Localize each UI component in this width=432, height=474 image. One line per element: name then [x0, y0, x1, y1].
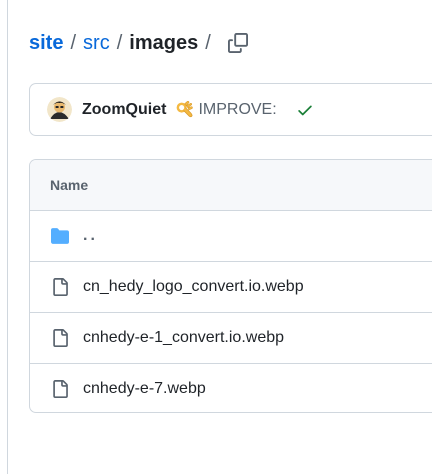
breadcrumb-separator: /: [205, 31, 211, 54]
table-row-parent-directory[interactable]: ..: [30, 211, 432, 262]
copy-icon: [227, 33, 248, 53]
breadcrumb: site / src / images /: [29, 30, 249, 56]
breadcrumb-link-src[interactable]: src: [83, 32, 110, 55]
copy-path-button[interactable]: [227, 32, 249, 54]
avatar-image: [47, 97, 72, 122]
folder-icon: [50, 226, 70, 246]
column-header-name: Name: [50, 177, 89, 193]
commit-author[interactable]: ZoomQuiet: [82, 101, 166, 119]
table-row[interactable]: cnhedy-e-1_convert.io.webp: [30, 313, 432, 364]
file-link[interactable]: cnhedy-e-1_convert.io.webp: [83, 329, 284, 347]
check-icon[interactable]: [296, 101, 314, 119]
breadcrumb-separator: /: [70, 31, 77, 54]
commit-message[interactable]: IMPROVE:: [198, 101, 276, 119]
file-link[interactable]: cn_hedy_logo_convert.io.webp: [83, 278, 304, 296]
file-link[interactable]: cnhedy-e-7.webp: [83, 380, 206, 398]
breadcrumb-separator: /: [116, 31, 123, 54]
file-icon: [50, 277, 70, 297]
left-divider: [7, 0, 8, 474]
avatar[interactable]: [47, 97, 72, 122]
file-icon: [50, 379, 70, 399]
table-row[interactable]: cn_hedy_logo_convert.io.webp: [30, 262, 432, 313]
breadcrumb-link-site[interactable]: site: [29, 32, 63, 55]
file-icon: [50, 328, 70, 348]
table-header: Name: [30, 160, 432, 211]
breadcrumb-current: images: [129, 31, 199, 54]
parent-directory-link[interactable]: ..: [83, 227, 98, 245]
latest-commit-bar: ZoomQuiet IMPROVE:: [29, 83, 432, 136]
ok-hand-icon: [175, 100, 194, 119]
file-table: Name .. cn_hedy_logo_convert.io.webp cnh…: [29, 159, 432, 413]
table-row[interactable]: cnhedy-e-7.webp: [30, 364, 432, 412]
page: site / src / images / ZoomQuiet IMPROVE:…: [0, 0, 432, 474]
